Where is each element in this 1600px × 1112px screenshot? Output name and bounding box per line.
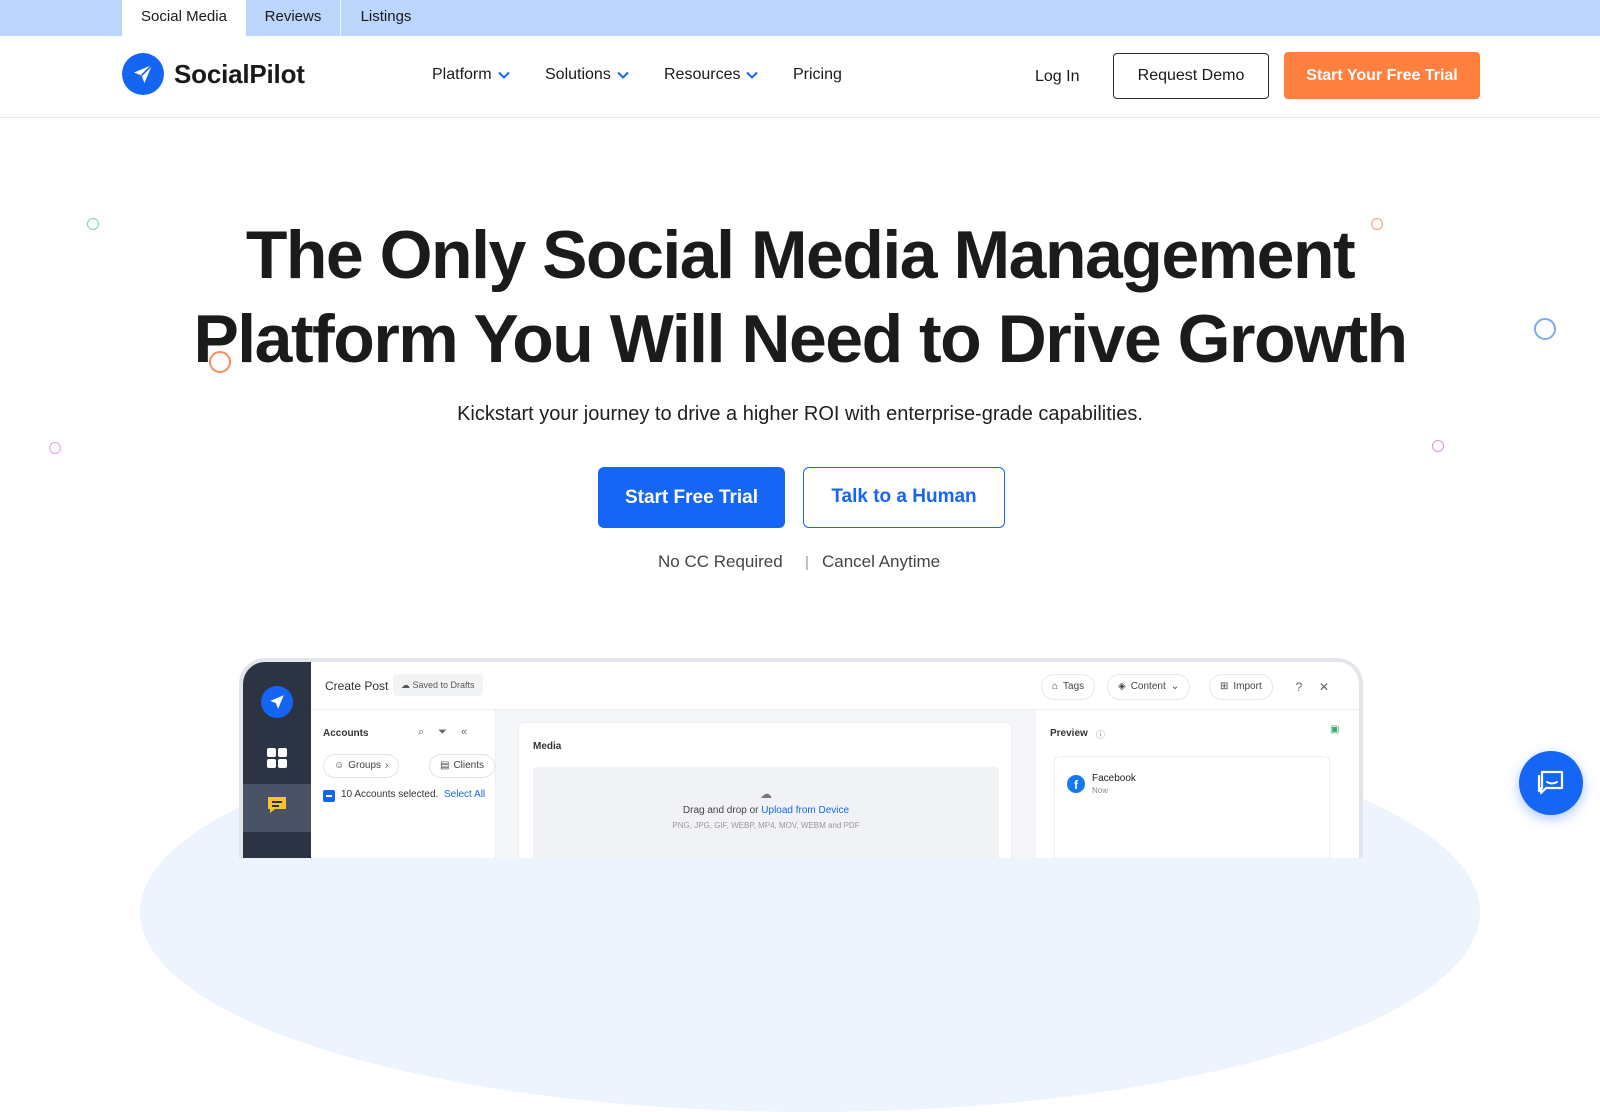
- nav-pricing-label: Pricing: [793, 66, 842, 83]
- hero-title: The Only Social Media Management Platfor…: [0, 213, 1600, 381]
- import-label: Import: [1233, 681, 1262, 692]
- cancel-anytime-note: Cancel Anytime: [822, 552, 941, 571]
- chat-widget-button[interactable]: [1519, 751, 1583, 815]
- nav-platform-label: Platform: [432, 66, 492, 83]
- chat-icon: [1537, 770, 1564, 795]
- app-header: Create Post ☁ Saved to Drafts ⌂ Tags ◈ Con…: [311, 662, 1359, 710]
- preview-panel: Preview ⓘ ▣ f Facebook Now: [1036, 710, 1359, 858]
- nav-resources[interactable]: Resources: [664, 66, 759, 84]
- media-drop-zone[interactable]: ☁ Drag and drop or Upload from Device PN…: [533, 767, 999, 858]
- hero-title-line-1: The Only Social Media Management: [245, 217, 1356, 293]
- accounts-selected-text: 10 Accounts selected.: [341, 789, 439, 800]
- start-free-trial-button[interactable]: Start Free Trial: [598, 467, 785, 528]
- facebook-preview-card: f Facebook Now: [1054, 756, 1330, 858]
- no-cc-note: No CC Required: [658, 552, 783, 571]
- groups-chip[interactable]: ☺ Groups ›: [323, 754, 400, 778]
- preview-network-name: Facebook: [1092, 773, 1136, 784]
- hero-title-line-2: Platform You Will Need to Drive Growth: [193, 301, 1408, 377]
- chevron-down-icon: [746, 71, 759, 79]
- tab-listings[interactable]: Listings: [341, 0, 431, 36]
- tab-reviews[interactable]: Reviews: [246, 0, 340, 36]
- talk-to-human-button[interactable]: Talk to a Human: [803, 467, 1005, 528]
- saved-to-drafts-badge: ☁ Saved to Drafts: [393, 674, 483, 696]
- app-preview-frame: Create Post ☁ Saved to Drafts ⌂ Tags ◈ Con…: [239, 658, 1363, 858]
- chevron-down-icon: [497, 71, 510, 79]
- main-navigation: SocialPilot Platform Solutions Resources…: [0, 36, 1600, 118]
- nav-pricing[interactable]: Pricing: [793, 66, 842, 84]
- brand-name: SocialPilot: [174, 58, 305, 89]
- product-switcher-bar: Social Media Reviews Listings: [0, 0, 1600, 36]
- paper-plane-icon: [261, 686, 293, 718]
- groups-label: Groups: [348, 760, 382, 771]
- create-post-title: Create Post: [325, 679, 389, 693]
- nav-platform[interactable]: Platform: [432, 66, 510, 84]
- select-accounts-checkbox[interactable]: [323, 790, 335, 802]
- nav-resources-label: Resources: [664, 66, 741, 83]
- facebook-icon: f: [1067, 775, 1085, 793]
- add-preview-icon[interactable]: ▣: [1330, 724, 1344, 738]
- tags-label: Tags: [1063, 681, 1085, 692]
- close-icon[interactable]: ✕: [1317, 680, 1331, 694]
- import-button[interactable]: ⊞ Import: [1209, 674, 1273, 700]
- content-label: Content: [1130, 681, 1166, 692]
- app-sidebar: [243, 662, 311, 858]
- drop-instructions: Drag and drop or Upload from Device: [533, 805, 999, 816]
- hero-subtitle: Kickstart your journey to drive a higher…: [457, 403, 1143, 425]
- tab-social-media[interactable]: Social Media: [122, 0, 246, 36]
- preview-title: Preview: [1050, 728, 1088, 739]
- decorative-ring: [1432, 440, 1444, 452]
- decorative-ring: [49, 442, 61, 454]
- accounts-title: Accounts: [323, 728, 369, 739]
- brand-logo[interactable]: SocialPilot: [122, 53, 305, 95]
- dashboard-icon: [267, 748, 287, 768]
- help-icon[interactable]: ?: [1292, 680, 1306, 694]
- chevron-down-icon: [617, 71, 629, 79]
- media-title: Media: [533, 741, 562, 752]
- accounts-panel: Accounts ⌕ ⏷ « ☺ Groups › ▤ Clients 10 A…: [311, 710, 496, 858]
- info-icon: ⓘ: [1096, 730, 1106, 740]
- upload-from-device-link[interactable]: Upload from Device: [761, 805, 849, 816]
- nav-solutions[interactable]: Solutions: [545, 66, 629, 84]
- preview-time: Now: [1092, 786, 1109, 795]
- saved-to-drafts-label: Saved to Drafts: [412, 680, 475, 690]
- drop-text: Drag and drop or: [682, 805, 759, 816]
- supported-formats: PNG, JPG, GIF, WEBP, MP4, MOV, WEBM and …: [672, 821, 860, 830]
- start-free-trial-header-button[interactable]: Start Your Free Trial: [1284, 52, 1480, 99]
- collapse-icon[interactable]: «: [461, 726, 467, 739]
- accounts-tools: ⌕ ⏷ «: [418, 726, 467, 739]
- content-button[interactable]: ◈ Content ⌄: [1107, 674, 1191, 700]
- nav-solutions-label: Solutions: [545, 66, 611, 83]
- request-demo-button[interactable]: Request Demo: [1113, 53, 1269, 99]
- message-icon: [268, 797, 286, 813]
- select-all-link[interactable]: Select All: [444, 789, 485, 800]
- upload-cloud-icon: ☁: [760, 787, 772, 801]
- tags-button[interactable]: ⌂ Tags: [1041, 674, 1096, 700]
- note-divider: |: [805, 554, 809, 571]
- clients-label: Clients: [453, 760, 485, 771]
- media-card: Media ☁ Drag and drop or Upload from Dev…: [518, 722, 1012, 858]
- media-area: Media ☁ Drag and drop or Upload from Dev…: [496, 710, 1036, 858]
- clients-chip[interactable]: ▤ Clients: [429, 754, 496, 778]
- login-link[interactable]: Log In: [1035, 68, 1079, 86]
- paper-plane-icon: [122, 53, 164, 95]
- filter-icon[interactable]: ⏷: [438, 726, 447, 739]
- search-icon[interactable]: ⌕: [418, 726, 424, 739]
